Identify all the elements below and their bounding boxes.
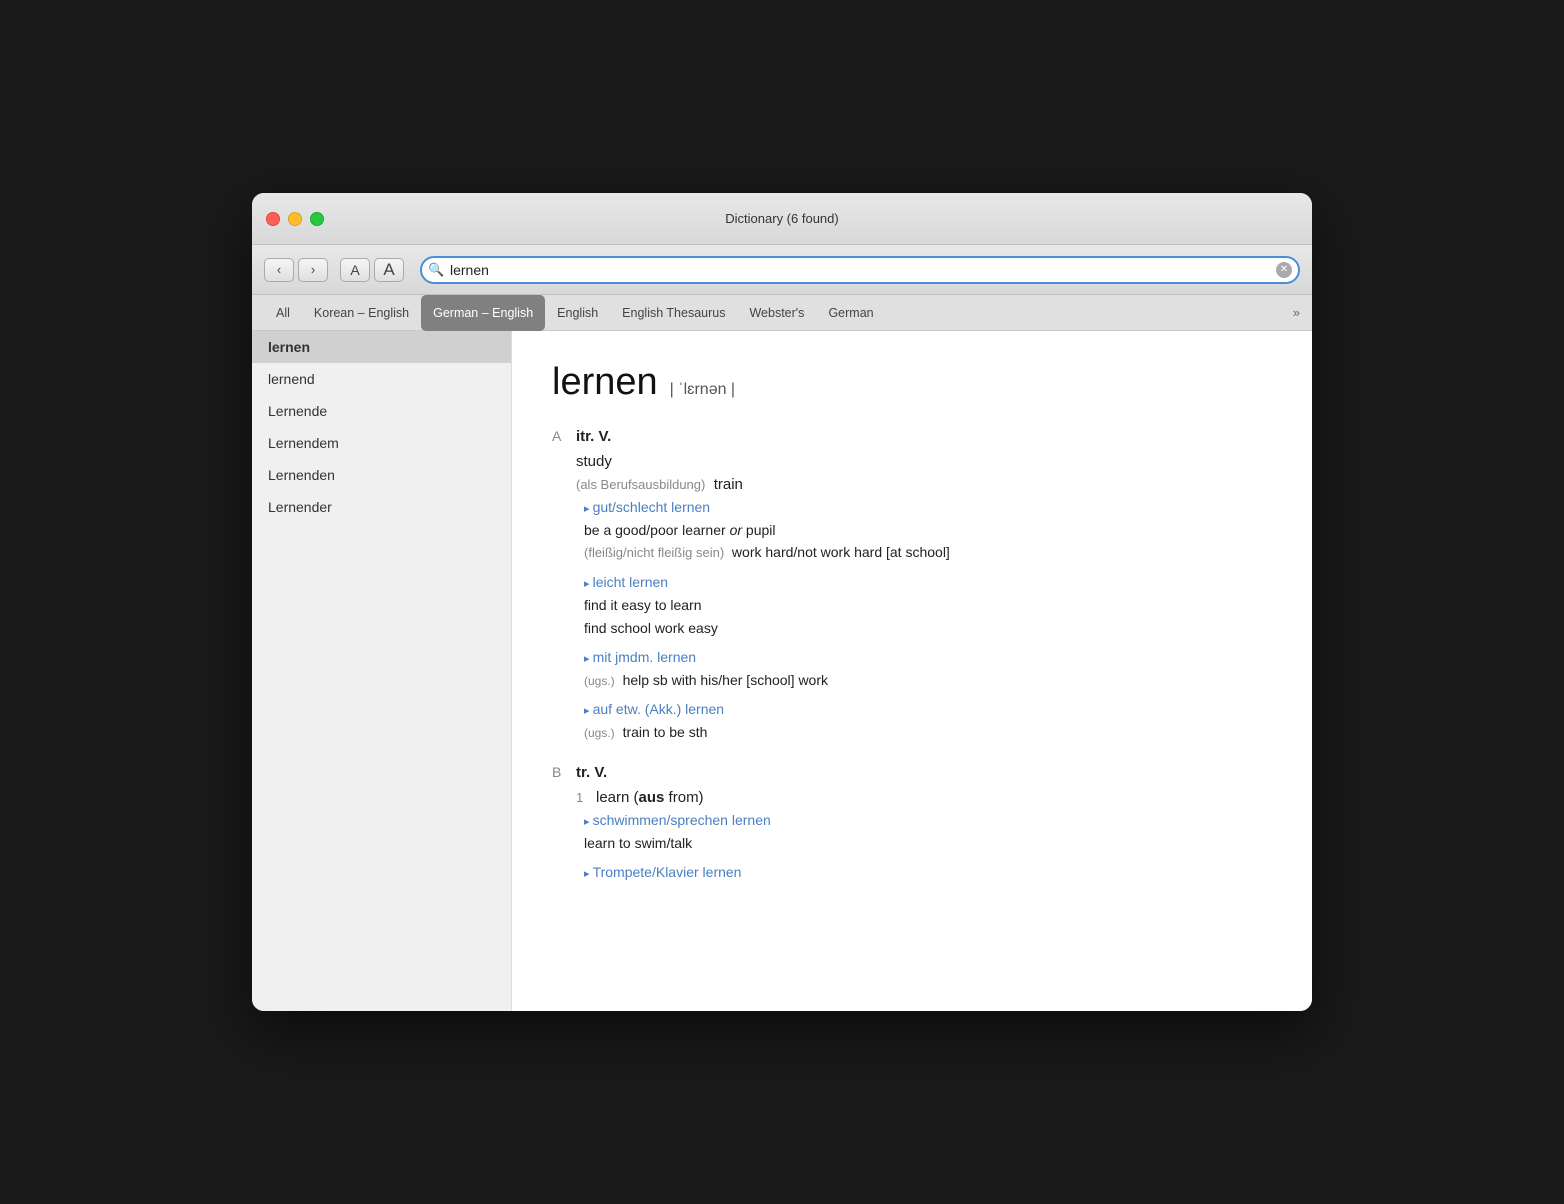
phrase-mit-jmdm-label: mit jmdm. lernen: [584, 649, 1272, 665]
phrase-trompete: Trompete/Klavier lernen: [584, 864, 1272, 880]
search-clear-button[interactable]: ✕: [1276, 262, 1292, 278]
tab-english-thesaurus[interactable]: English Thesaurus: [610, 295, 737, 331]
sidebar: lernen lernend Lernende Lernendem Lernen…: [252, 331, 512, 1011]
sidebar-item-lernender[interactable]: Lernender: [252, 491, 511, 523]
phrase-leicht: leicht lernen find it easy to learn find…: [584, 574, 1272, 639]
section-b-type: tr. V.: [576, 764, 607, 781]
sidebar-item-lernend[interactable]: lernend: [252, 363, 511, 395]
phrase-schwimmen: schwimmen/sprechen lernen learn to swim/…: [584, 812, 1272, 854]
phrase-schwimmen-t1: learn to swim/talk: [584, 832, 1272, 854]
phrase-trompete-label: Trompete/Klavier lernen: [584, 864, 1272, 880]
traffic-lights: [266, 212, 324, 226]
tab-english[interactable]: English: [545, 295, 610, 331]
content-area: lernen lernend Lernende Lernendem Lernen…: [252, 331, 1312, 1011]
tabs-bar: All Korean – English German – English En…: [252, 295, 1312, 331]
section-a: A itr. V. study (als Berufsausbildung) t…: [552, 428, 1272, 744]
sense-b-row: 1 learn (aus from): [576, 789, 1272, 812]
toolbar: ‹ › A A 🔍 ✕: [252, 245, 1312, 295]
section-b-letter: B: [552, 764, 568, 780]
tab-websters[interactable]: Webster's: [737, 295, 816, 331]
sidebar-item-lernende[interactable]: Lernende: [252, 395, 511, 427]
entry-phonetic: | ˈlɛrnən |: [670, 381, 735, 399]
sense-b-num: 1: [576, 790, 592, 805]
sense-a-main: study: [576, 453, 1272, 470]
app-window: Dictionary (6 found) ‹ › A A 🔍 ✕: [252, 193, 1312, 1011]
entry-header: lernen | ˈlɛrnən |: [552, 361, 1272, 404]
phrase-schwimmen-label: schwimmen/sprechen lernen: [584, 812, 1272, 828]
back-button[interactable]: ‹: [264, 258, 294, 282]
close-button[interactable]: [266, 212, 280, 226]
sense-block-b: 1 learn (aus from) schwimmen/sprechen le…: [576, 789, 1272, 880]
search-input[interactable]: [420, 256, 1300, 284]
phrase-auf-etw-label: auf etw. (Akk.) lernen: [584, 701, 1272, 717]
sidebar-item-lernenden[interactable]: Lernenden: [252, 459, 511, 491]
sense-block-a: study (als Berufsausbildung) train gut/s…: [576, 453, 1272, 744]
search-icon: 🔍: [428, 262, 444, 278]
tabs-more-button[interactable]: »: [1293, 305, 1300, 320]
tab-german-english[interactable]: German – English: [421, 295, 545, 331]
sense-a-sub: (als Berufsausbildung) train: [576, 476, 1272, 493]
back-icon: ‹: [277, 262, 281, 277]
maximize-button[interactable]: [310, 212, 324, 226]
section-b: B tr. V. 1 learn (aus from) schwimmen/sp…: [552, 764, 1272, 880]
sidebar-item-lernen[interactable]: lernen: [252, 331, 511, 363]
phrase-gut-schlecht-label: gut/schlecht lernen: [584, 499, 1272, 515]
section-a-type: itr. V.: [576, 428, 611, 445]
titlebar: Dictionary (6 found): [252, 193, 1312, 245]
phrase-auf-etw: auf etw. (Akk.) lernen (ugs.) train to b…: [584, 701, 1272, 743]
forward-button[interactable]: ›: [298, 258, 328, 282]
section-a-letter: A: [552, 428, 568, 444]
sidebar-item-lernendem[interactable]: Lernendem: [252, 427, 511, 459]
section-a-label: A itr. V.: [552, 428, 1272, 445]
entry-word: lernen: [552, 361, 658, 404]
section-b-label: B tr. V.: [552, 764, 1272, 781]
phrase-gut-schlecht-t1: be a good/poor learner or pupil: [584, 519, 1272, 541]
font-size-controls: A A: [340, 258, 404, 282]
nav-buttons: ‹ ›: [264, 258, 328, 282]
phrase-mit-jmdm-t1: (ugs.) help sb with his/her [school] wor…: [584, 669, 1272, 691]
minimize-button[interactable]: [288, 212, 302, 226]
font-increase-button[interactable]: A: [374, 258, 404, 282]
forward-icon: ›: [311, 262, 315, 277]
tab-german[interactable]: German: [816, 295, 885, 331]
phrase-auf-etw-t1: (ugs.) train to be sth: [584, 721, 1272, 743]
phrase-leicht-t2: find school work easy: [584, 617, 1272, 639]
tab-all[interactable]: All: [264, 295, 302, 331]
phrase-mit-jmdm: mit jmdm. lernen (ugs.) help sb with his…: [584, 649, 1272, 691]
phrase-gut-schlecht-t2: (fleißig/nicht fleißig sein) work hard/n…: [584, 541, 1272, 564]
main-content: lernen | ˈlɛrnən | A itr. V. study (als …: [512, 331, 1312, 1011]
phrase-leicht-t1: find it easy to learn: [584, 594, 1272, 616]
phrase-gut-schlecht: gut/schlecht lernen be a good/poor learn…: [584, 499, 1272, 564]
sense-b-main: learn (aus from): [596, 789, 704, 806]
tab-korean-english[interactable]: Korean – English: [302, 295, 421, 331]
font-decrease-button[interactable]: A: [340, 258, 370, 282]
window-title: Dictionary (6 found): [725, 211, 838, 226]
phrase-leicht-label: leicht lernen: [584, 574, 1272, 590]
search-container: 🔍 ✕: [420, 256, 1300, 284]
